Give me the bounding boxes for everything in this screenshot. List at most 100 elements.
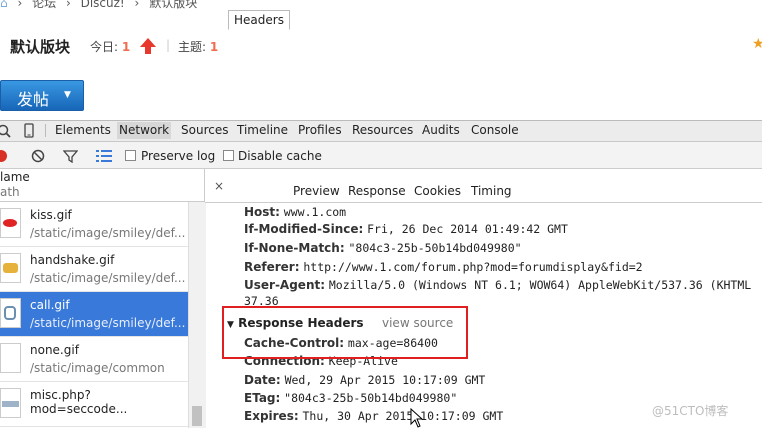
- home-icon[interactable]: ⌂: [0, 0, 8, 10]
- tab-elements[interactable]: Elements: [55, 123, 111, 137]
- devtools-tabbar: Elements Network Sources Timeline Profil…: [0, 120, 762, 142]
- header-key: Host:: [244, 205, 280, 219]
- header-value: http://www.1.com/forum.php?mod=forumdisp…: [303, 260, 643, 274]
- request-path: /static/image/smiley/def...: [30, 316, 186, 330]
- kiss-thumbnail-icon: [0, 208, 21, 238]
- today-count: 1: [121, 40, 131, 54]
- none-thumbnail-icon: [0, 343, 21, 373]
- request-path: /static/image/common: [30, 361, 165, 375]
- disable-cache-checkbox[interactable]: [223, 150, 234, 161]
- breadcrumb-separator: ›: [17, 0, 23, 10]
- seccode-thumbnail-icon: [0, 388, 21, 418]
- path-column-header[interactable]: ath: [0, 185, 20, 199]
- tab-audits[interactable]: Audits: [422, 123, 460, 137]
- breadcrumb-item-discuz[interactable]: Discuz!: [81, 0, 125, 10]
- tab-timeline[interactable]: Timeline: [237, 123, 288, 137]
- header-key: Referer:: [244, 260, 300, 274]
- header-line-host: Host: www.1.com: [244, 205, 346, 219]
- clear-icon[interactable]: [31, 149, 45, 163]
- breadcrumb-item-forum[interactable]: 论坛: [32, 0, 56, 10]
- request-path: /static/image/smiley/def...: [30, 226, 186, 240]
- header-key: Date:: [244, 373, 281, 387]
- page-title: 默认版块: [10, 38, 71, 56]
- breadcrumb-item-current[interactable]: 默认版块: [149, 0, 197, 10]
- header-value: "804c3-25b-50b14bd049980": [284, 391, 458, 405]
- tab-timing[interactable]: Timing: [471, 184, 512, 198]
- header-key: If-None-Match:: [244, 241, 345, 255]
- tab-console[interactable]: Console: [471, 123, 519, 137]
- close-icon[interactable]: ×: [214, 179, 224, 193]
- breadcrumb-separator: ›: [65, 0, 71, 10]
- tab-response[interactable]: Response: [348, 184, 406, 198]
- call-thumbnail-icon: [0, 298, 21, 328]
- mouse-cursor-icon: [410, 408, 424, 428]
- breadcrumb-separator: ›: [134, 0, 140, 10]
- header-key: Expires:: [244, 409, 299, 423]
- tab-network[interactable]: Network: [117, 122, 172, 139]
- preserve-log-checkbox[interactable]: [125, 150, 136, 161]
- tab-preview[interactable]: Preview: [293, 184, 340, 198]
- post-button[interactable]: 发帖 ▼: [0, 80, 84, 111]
- scrollbar[interactable]: [188, 202, 206, 428]
- favorite-star-icon[interactable]: ★: [752, 36, 762, 52]
- record-icon[interactable]: [0, 150, 7, 162]
- header-key: User-Agent:: [244, 278, 326, 292]
- filter-icon[interactable]: [63, 150, 78, 163]
- header-line-if-modified-since: If-Modified-Since: Fri, 26 Dec 2014 01:4…: [244, 222, 568, 236]
- request-name: kiss.gif: [30, 208, 72, 222]
- tab-profiles[interactable]: Profiles: [298, 123, 342, 137]
- request-name: none.gif: [30, 343, 79, 357]
- header-line-etag: ETag: "804c3-25b-50b14bd049980": [244, 391, 457, 405]
- view-list-icon[interactable]: [96, 150, 112, 162]
- list-item[interactable]: handshake.gif /static/image/smiley/def..…: [0, 247, 188, 292]
- header-line-referer: Referer: http://www.1.com/forum.php?mod=…: [244, 260, 643, 274]
- header-value: Thu, 30 Apr 2015 10:17:09 GMT: [302, 409, 504, 423]
- header-value: www.1.com: [283, 205, 347, 219]
- tab-headers[interactable]: Headers: [228, 10, 290, 30]
- header-value: "804c3-25b-50b14bd049980": [348, 241, 522, 255]
- topics-count: 1: [209, 40, 219, 54]
- header-line-user-agent: User-Agent: Mozilla/5.0 (Windows NT 6.1;…: [244, 278, 751, 292]
- watermark: @51CTO博客: [652, 404, 729, 418]
- handshake-thumbnail-icon: [0, 253, 21, 283]
- post-button-label: 发帖: [17, 90, 50, 109]
- topics-label: 主题:: [178, 40, 207, 54]
- topics-stat: 主题: 1: [178, 38, 218, 55]
- tab-sources[interactable]: Sources: [181, 123, 228, 137]
- request-name: call.gif: [30, 298, 70, 312]
- header-key: ETag:: [244, 391, 281, 405]
- tab-cookies[interactable]: Cookies: [414, 184, 461, 198]
- caret-down-icon: ▼: [64, 90, 71, 100]
- preserve-log-label: Preserve log: [141, 149, 216, 163]
- name-column-header[interactable]: lame: [0, 170, 30, 184]
- list-item[interactable]: call.gif /static/image/smiley/def...: [0, 292, 188, 337]
- highlight-box: [222, 306, 468, 359]
- divider: |: [166, 38, 171, 52]
- up-arrow-icon: [140, 38, 156, 54]
- inspect-search-icon[interactable]: [0, 124, 11, 138]
- disable-cache-label: Disable cache: [238, 149, 322, 163]
- divider: [45, 124, 46, 137]
- today-stat: 今日: 1: [90, 38, 130, 55]
- list-item[interactable]: misc.php?mod=seccode...: [0, 382, 188, 427]
- list-item[interactable]: kiss.gif /static/image/smiley/def...: [0, 202, 188, 247]
- request-name: misc.php?mod=seccode...: [30, 388, 128, 416]
- list-item[interactable]: none.gif /static/image/common: [0, 337, 188, 382]
- breadcrumb: ⌂ › 论坛 › Discuz! › 默认版块: [0, 0, 203, 12]
- header-value: Mozilla/5.0 (Windows NT 6.1; WOW64) Appl…: [328, 278, 752, 292]
- network-toolbar: Preserve log Disable cache: [0, 142, 762, 169]
- request-list-header: lame ath: [0, 169, 205, 202]
- request-name: handshake.gif: [30, 253, 115, 267]
- header-value: Wed, 29 Apr 2015 10:17:09 GMT: [284, 373, 486, 387]
- request-list: kiss.gif /static/image/smiley/def... han…: [0, 202, 205, 428]
- today-label: 今日:: [90, 40, 119, 54]
- scrollbar-thumb[interactable]: [192, 406, 202, 426]
- header-value: Fri, 26 Dec 2014 01:49:42 GMT: [367, 222, 568, 236]
- header-line-if-none-match: If-None-Match: "804c3-25b-50b14bd049980": [244, 241, 522, 255]
- header-line-date: Date: Wed, 29 Apr 2015 10:17:09 GMT: [244, 373, 485, 387]
- request-path: /static/image/smiley/def...: [30, 271, 186, 285]
- header-line-expires: Expires: Thu, 30 Apr 2015 10:17:09 GMT: [244, 409, 503, 423]
- tab-resources[interactable]: Resources: [352, 123, 413, 137]
- device-mode-icon[interactable]: [24, 123, 34, 138]
- header-key: If-Modified-Since:: [244, 222, 364, 236]
